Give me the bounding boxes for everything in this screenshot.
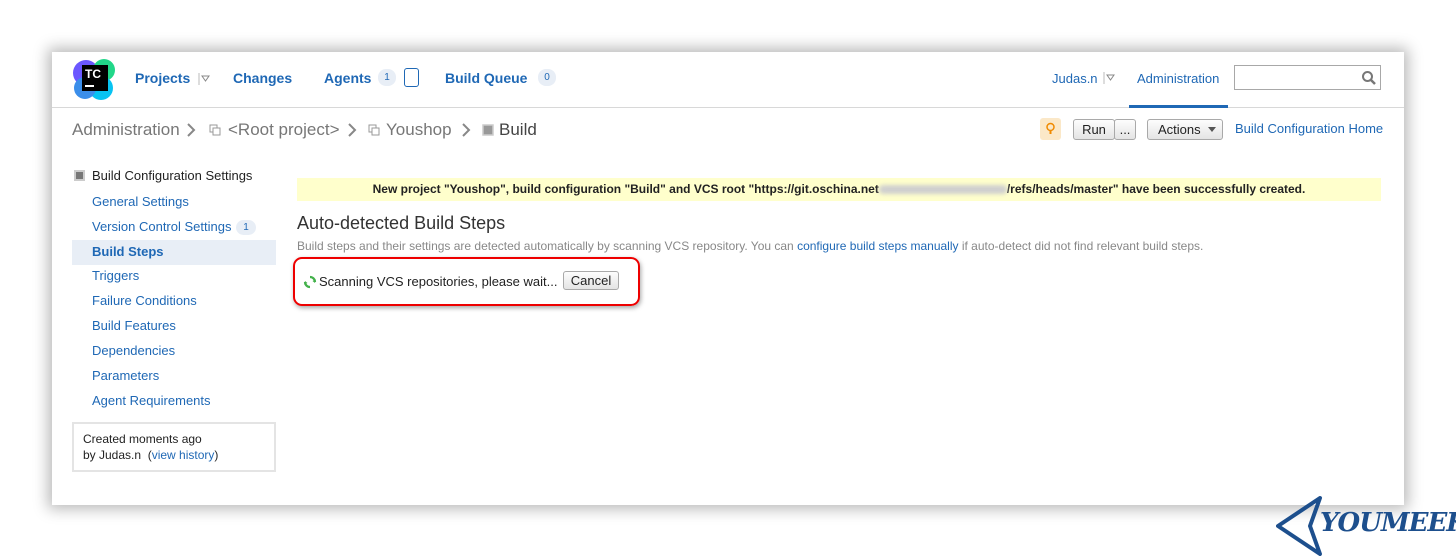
project-icon — [368, 124, 380, 136]
history-info-box: Created moments ago by Judas.n (view his… — [72, 422, 276, 472]
youmeek-watermark: YOUMEEK — [1272, 494, 1456, 558]
tab-administration-label: Administration — [1137, 71, 1220, 86]
sidebar-item-agent-requirements[interactable]: Agent Requirements — [72, 389, 276, 414]
actions-label: Actions — [1158, 122, 1201, 137]
chevron-right-icon — [348, 123, 357, 137]
build-queue-count-badge: 0 — [538, 69, 556, 86]
run-options-button[interactable]: ... — [1114, 119, 1136, 140]
sidebar-item-triggers[interactable]: Triggers — [72, 264, 276, 289]
sidebar-item-label: Build Features — [92, 318, 176, 333]
sidebar-item-label: Failure Conditions — [92, 293, 197, 308]
agents-count-badge: 1 — [378, 69, 396, 86]
cancel-button[interactable]: Cancel — [563, 271, 619, 290]
teamcity-logo[interactable]: TC — [73, 58, 117, 100]
search-icon[interactable] — [1361, 70, 1377, 86]
sidebar-item-label: Dependencies — [92, 343, 176, 358]
sidebar-item-label: Agent Requirements — [92, 393, 211, 408]
user-dropdown-icon[interactable] — [1103, 72, 1115, 84]
success-message-banner: New project "Youshop", build configurati… — [297, 178, 1381, 201]
breadcrumb-build: Build — [499, 120, 537, 139]
sidebar-item-build-steps[interactable]: Build Steps — [72, 240, 276, 265]
chevron-down-icon — [1208, 127, 1216, 132]
description-text-end: if auto-detect did not find relevant bui… — [958, 239, 1204, 253]
breadcrumb-administration[interactable]: Administration — [72, 120, 180, 140]
created-text: Created moments ago — [83, 432, 202, 446]
user-menu[interactable]: Judas.n — [1052, 71, 1098, 86]
sidebar-item-version-control-settings[interactable]: Version Control Settings 1 — [72, 215, 276, 240]
nav-changes[interactable]: Changes — [233, 70, 292, 86]
nav-build-queue[interactable]: Build Queue — [445, 70, 527, 86]
sidebar-item-label: Build Steps — [92, 244, 164, 259]
nav-agents[interactable]: Agents — [324, 70, 371, 86]
scanning-status-text: Scanning VCS repositories, please wait..… — [319, 274, 558, 289]
sidebar-item-label: Parameters — [92, 368, 160, 383]
section-description: Build steps and their settings are detec… — [297, 239, 1203, 253]
build-config-icon — [74, 170, 85, 181]
breadcrumb-youshop[interactable]: Youshop — [386, 120, 452, 140]
banner-text-start: New project "Youshop", build configurati… — [372, 182, 879, 196]
lightbulb-icon[interactable] — [1040, 118, 1061, 140]
watermark-text: YOUMEEK — [1320, 508, 1456, 538]
configure-build-steps-link[interactable]: configure build steps manually — [797, 239, 958, 253]
refresh-spinner-icon — [303, 275, 317, 289]
sidebar-heading-label: Build Configuration Settings — [92, 168, 253, 183]
sidebar-item-failure-conditions[interactable]: Failure Conditions — [72, 289, 276, 314]
description-text-start: Build steps and their settings are detec… — [297, 239, 798, 253]
build-config-icon — [482, 124, 494, 136]
created-by-line: by Judas.n (view history) — [83, 448, 219, 462]
sidebar-item-label: Version Control Settings — [92, 219, 232, 234]
chevron-right-icon — [462, 123, 471, 137]
agent-icon[interactable] — [404, 68, 419, 87]
vcs-count-badge: 1 — [236, 220, 256, 235]
projects-dropdown-icon[interactable] — [198, 73, 210, 85]
teamcity-window: TC Projects Changes Agents 1 Build Queue… — [52, 52, 1404, 505]
sidebar-item-parameters[interactable]: Parameters — [72, 364, 276, 389]
view-history-link[interactable]: view history — [152, 448, 215, 462]
tab-administration[interactable]: Administration — [1129, 52, 1228, 108]
sidebar-item-general-settings[interactable]: General Settings — [72, 190, 276, 215]
scanning-status-highlight: Scanning VCS repositories, please wait..… — [293, 257, 640, 306]
nav-projects[interactable]: Projects — [135, 70, 190, 86]
top-navbar: TC Projects Changes Agents 1 Build Queue… — [52, 52, 1404, 108]
project-icon — [209, 124, 221, 136]
sidebar-item-build-features[interactable]: Build Features — [72, 314, 276, 339]
banner-text-end: /refs/heads/master" have been successful… — [1006, 182, 1306, 196]
chevron-right-icon — [187, 123, 196, 137]
page-title: Auto-detected Build Steps — [297, 213, 506, 233]
sidebar-item-label: Triggers — [92, 268, 140, 283]
build-configuration-home-link[interactable]: Build Configuration Home — [1235, 121, 1383, 136]
redacted-url-blur — [878, 185, 1007, 195]
created-by-text: by Judas.n — [83, 448, 142, 462]
breadcrumb-root-project[interactable]: <Root project> — [228, 120, 340, 140]
search-input[interactable] — [1234, 65, 1381, 90]
logo-text: TC — [85, 67, 101, 81]
sidebar-item-label: General Settings — [92, 194, 189, 209]
actions-button[interactable]: Actions — [1147, 119, 1223, 140]
sidebar-item-dependencies[interactable]: Dependencies — [72, 339, 276, 364]
run-button[interactable]: Run — [1073, 119, 1115, 140]
